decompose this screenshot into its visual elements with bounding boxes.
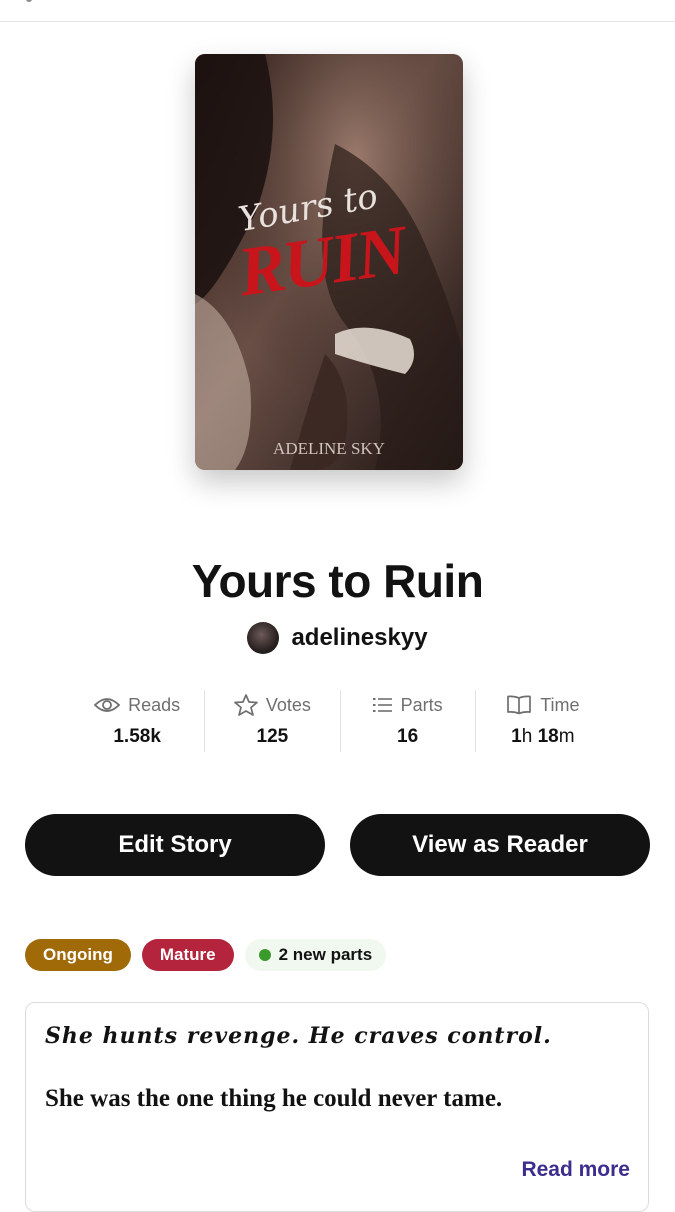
cover-image: Yours to RUIN ADELINE SKY [195, 54, 463, 470]
stat-value: 1.58k [113, 726, 161, 747]
top-bar [0, 0, 675, 22]
new-parts-label: 2 new parts [278, 945, 373, 964]
stat-time: Time 1h 18m [476, 690, 610, 752]
time-minutes: 18 [537, 726, 559, 747]
stat-parts: Parts 16 [341, 690, 476, 752]
green-dot-icon [258, 949, 271, 961]
stat-value: 125 [256, 726, 289, 747]
author-avatar[interactable] [247, 622, 280, 654]
story-stats: Reads 1.58k Votes 125 Parts 16 Time 1h 1… [70, 690, 610, 752]
story-cover[interactable]: Yours to RUIN ADELINE SKY [195, 54, 463, 470]
back-indicator[interactable] [26, 0, 32, 2]
stat-votes: Votes 125 [205, 690, 341, 752]
stat-label: Votes [265, 694, 311, 715]
list-icon [372, 697, 393, 713]
stat-label: Time [540, 694, 580, 715]
author-name[interactable]: adelineskyy [291, 624, 427, 652]
time-hours-unit: h [521, 726, 533, 747]
edit-story-button[interactable]: Edit Story [25, 814, 325, 876]
time-minutes-unit: m [558, 726, 575, 747]
story-tags: Ongoing Mature 2 new parts [25, 939, 387, 971]
author-row[interactable]: adelineskyy [0, 622, 675, 654]
description-text: She was the one thing he could never tam… [45, 1085, 503, 1112]
stat-value: 1h 18m [511, 726, 574, 748]
stat-label: Reads [128, 694, 181, 715]
description-tagline: She hunts revenge. He craves control. [45, 1023, 552, 1049]
new-parts-badge: 2 new parts [244, 939, 387, 971]
mature-badge: Mature [141, 939, 234, 971]
cover-author-credit: ADELINE SKY [273, 439, 385, 458]
stat-value: 16 [397, 726, 419, 747]
stat-reads: Reads 1.58k [70, 690, 206, 752]
stat-label: Parts [400, 694, 443, 715]
eye-icon [94, 696, 121, 714]
story-title: Yours to Ruin [191, 555, 484, 607]
read-more-link[interactable]: Read more [521, 1158, 630, 1182]
star-icon [233, 694, 258, 716]
time-hours: 1 [511, 726, 522, 747]
book-icon [506, 695, 532, 715]
status-badge: Ongoing [25, 939, 131, 971]
story-description: She hunts revenge. He craves control. Sh… [25, 1002, 649, 1212]
view-as-reader-button[interactable]: View as Reader [350, 814, 650, 876]
